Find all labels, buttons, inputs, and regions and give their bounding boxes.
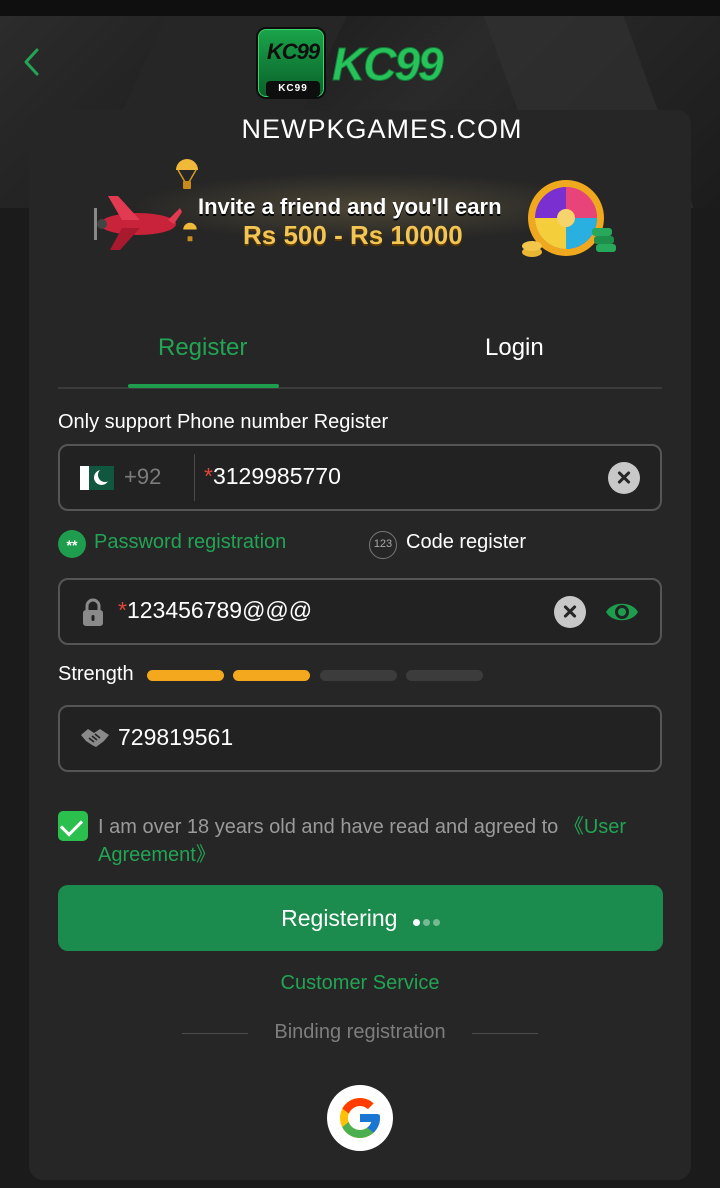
pakistan-flag-icon[interactable]	[80, 466, 114, 490]
handshake-icon	[81, 729, 109, 747]
strength-label: Strength	[58, 663, 134, 685]
site-title: NEWPKGAMES.COM	[241, 114, 523, 144]
code-register-option[interactable]: Code register	[406, 531, 526, 554]
register-hint: Only support Phone number Register	[58, 411, 389, 433]
password-field[interactable]: *123456789@@@	[58, 578, 662, 645]
chevron-left-icon	[24, 48, 39, 76]
phone-input[interactable]: *3129985770	[204, 463, 341, 490]
invite-banner[interactable]: Invite a friend and you'll earn Rs 500 -…	[88, 152, 633, 262]
parachute-icon	[183, 222, 197, 242]
country-code[interactable]: +92	[124, 464, 161, 490]
phone-value: 3129985770	[212, 463, 341, 489]
airplane-icon	[94, 196, 182, 250]
strength-bar	[147, 670, 224, 681]
clear-icon[interactable]	[554, 596, 586, 628]
google-login-button[interactable]	[327, 1085, 393, 1151]
strength-bar	[233, 670, 310, 681]
active-tab-indicator	[128, 384, 279, 388]
banner-line2: Rs 500 - Rs 10000	[243, 220, 463, 250]
logo-badge: KC99 KC99	[256, 27, 326, 99]
tab-register[interactable]: Register	[158, 334, 247, 362]
back-button[interactable]	[18, 44, 46, 80]
password-value: 123456789@@@	[126, 597, 313, 623]
parachute-icon	[176, 159, 198, 189]
agreement-statement: I am over 18 years old and have read and…	[98, 816, 564, 838]
field-divider	[194, 454, 195, 501]
password-mode-icon[interactable]: **	[58, 530, 86, 558]
strength-bar	[320, 670, 397, 681]
auth-tabs: Register Login	[58, 320, 662, 390]
code-mode-icon[interactable]: 123	[369, 531, 397, 559]
register-submit-button[interactable]: Registering	[58, 885, 663, 951]
password-strength: Strength	[58, 662, 662, 690]
tab-login[interactable]: Login	[485, 334, 544, 362]
required-mark: *	[118, 597, 127, 623]
logo-badge-text: KC99	[266, 39, 320, 64]
banner-line1: Invite a friend and you'll earn	[198, 194, 502, 219]
lock-icon	[83, 598, 103, 626]
submit-label: Registering	[281, 905, 398, 931]
google-icon	[340, 1098, 380, 1138]
logo-badge-sub: KC99	[266, 81, 320, 97]
registration-mode: ** Password registration 123 Code regist…	[58, 528, 662, 562]
password-registration-option[interactable]: Password registration	[94, 531, 286, 554]
divider-line	[472, 1033, 538, 1034]
agreement-text: I am over 18 years old and have read and…	[98, 813, 662, 869]
agreement-checkbox[interactable]	[58, 811, 88, 841]
customer-service-link[interactable]: Customer Service	[0, 972, 720, 995]
loading-dots-icon	[410, 885, 440, 951]
eye-icon[interactable]	[604, 597, 640, 627]
required-mark: *	[204, 463, 213, 489]
phone-field[interactable]: +92 *3129985770	[58, 444, 662, 511]
password-input[interactable]: *123456789@@@	[118, 597, 312, 624]
invite-code-input[interactable]: 729819561	[118, 724, 233, 751]
flag-stripe	[80, 466, 89, 490]
logo-wordmark: KC99	[332, 38, 445, 91]
clear-icon[interactable]	[608, 462, 640, 494]
flag-moon-cut	[98, 468, 112, 482]
invite-code-field[interactable]: 729819561	[58, 705, 662, 772]
spin-wheel-icon	[522, 180, 616, 257]
strength-bar	[406, 670, 483, 681]
agreement-row: I am over 18 years old and have read and…	[58, 810, 662, 870]
status-bar	[0, 0, 720, 16]
binding-registration: Binding registration	[182, 1020, 538, 1046]
